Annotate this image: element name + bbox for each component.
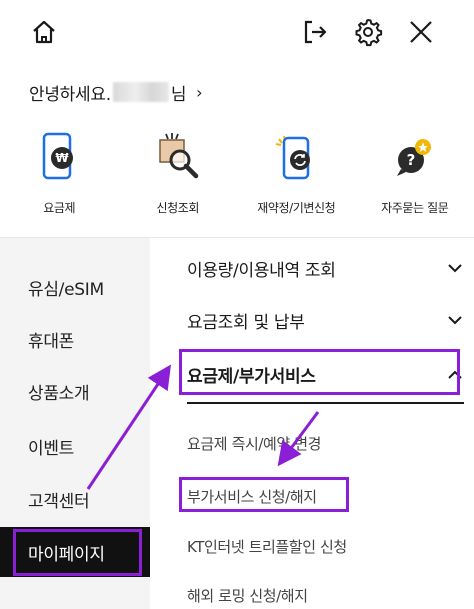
shortcut-label: 재약정/기변신청 [257, 201, 336, 215]
close-icon[interactable] [403, 14, 439, 50]
gear-icon[interactable] [350, 14, 386, 50]
shortcut-bar: ₩ 요금제 신청조회 재약정/기변신청 ? 자주묻는 질문 [0, 128, 474, 226]
svg-text:₩: ₩ [56, 151, 70, 165]
shortcut-plan[interactable]: ₩ 요금제 [0, 128, 119, 226]
menu-billing-payment[interactable]: 요금조회 및 납부 [187, 295, 464, 345]
nav-item-mypage[interactable]: 마이페이지 [0, 527, 150, 577]
shortcut-label: 요금제 [43, 201, 76, 215]
menu-label: 요금제/부가서비스 [187, 366, 316, 387]
submenu-plan-change[interactable]: 요금제 즉시/예약 변경 [187, 423, 321, 463]
menu-label: 이용량/이용내역 조회 [187, 260, 336, 281]
question-bubble-icon: ? [387, 128, 443, 184]
chevron-down-icon [446, 259, 464, 277]
nav-item-products[interactable]: 상품소개 [0, 366, 150, 416]
menu-usage-history[interactable]: 이용량/이용내역 조회 [187, 243, 464, 293]
menu-label: 요금조회 및 납부 [187, 312, 305, 333]
user-name-redacted [112, 82, 169, 102]
nav-item-usim-esim[interactable]: 유심/eSIM [0, 262, 150, 312]
nav-item-customer-center[interactable]: 고객센터 [0, 474, 150, 524]
logout-icon[interactable] [297, 14, 333, 50]
phone-won-icon: ₩ [31, 128, 87, 184]
home-icon[interactable] [26, 14, 62, 50]
chevron-down-icon [446, 311, 464, 329]
greeting-prefix: 안녕하세요. [29, 84, 111, 105]
menu-plan-addon-services[interactable]: 요금제/부가서비스 [187, 349, 464, 399]
submenu-addon-service-apply[interactable]: 부가서비스 신청/해지 [187, 476, 317, 516]
shortcut-recontract[interactable]: 재약정/기변신청 [237, 128, 356, 226]
submenu-kt-internet-triple-discount[interactable]: KT인터넷 트리플할인 신청 [187, 526, 347, 566]
top-bar [0, 0, 474, 66]
shortcut-label: 신청조회 [156, 201, 200, 215]
chevron-right-icon: › [196, 82, 203, 102]
left-nav: 유심/eSIM 휴대폰 상품소개 이벤트 고객센터 마이페이지 [0, 238, 150, 609]
shortcut-application-status[interactable]: 신청조회 [119, 128, 238, 226]
submenu-divider [187, 402, 464, 404]
nav-item-events[interactable]: 이벤트 [0, 421, 150, 471]
phone-refresh-icon [268, 128, 324, 184]
box-search-icon [150, 128, 206, 184]
greeting-link[interactable]: 안녕하세요. 님 › [29, 76, 203, 108]
shortcut-label: 자주묻는 질문 [381, 201, 449, 215]
shortcut-faq[interactable]: ? 자주묻는 질문 [356, 128, 474, 226]
submenu-roaming-apply[interactable]: 해외 로밍 신청/해지 [187, 575, 308, 609]
greeting-suffix: 님 [170, 84, 187, 105]
chevron-up-icon [446, 365, 464, 383]
submenu-panel: 이용량/이용내역 조회 요금조회 및 납부 요금제/부가서비스 요금제 즉시/예… [150, 238, 474, 609]
nav-item-phone[interactable]: 휴대폰 [0, 314, 150, 364]
svg-text:?: ? [406, 151, 415, 169]
